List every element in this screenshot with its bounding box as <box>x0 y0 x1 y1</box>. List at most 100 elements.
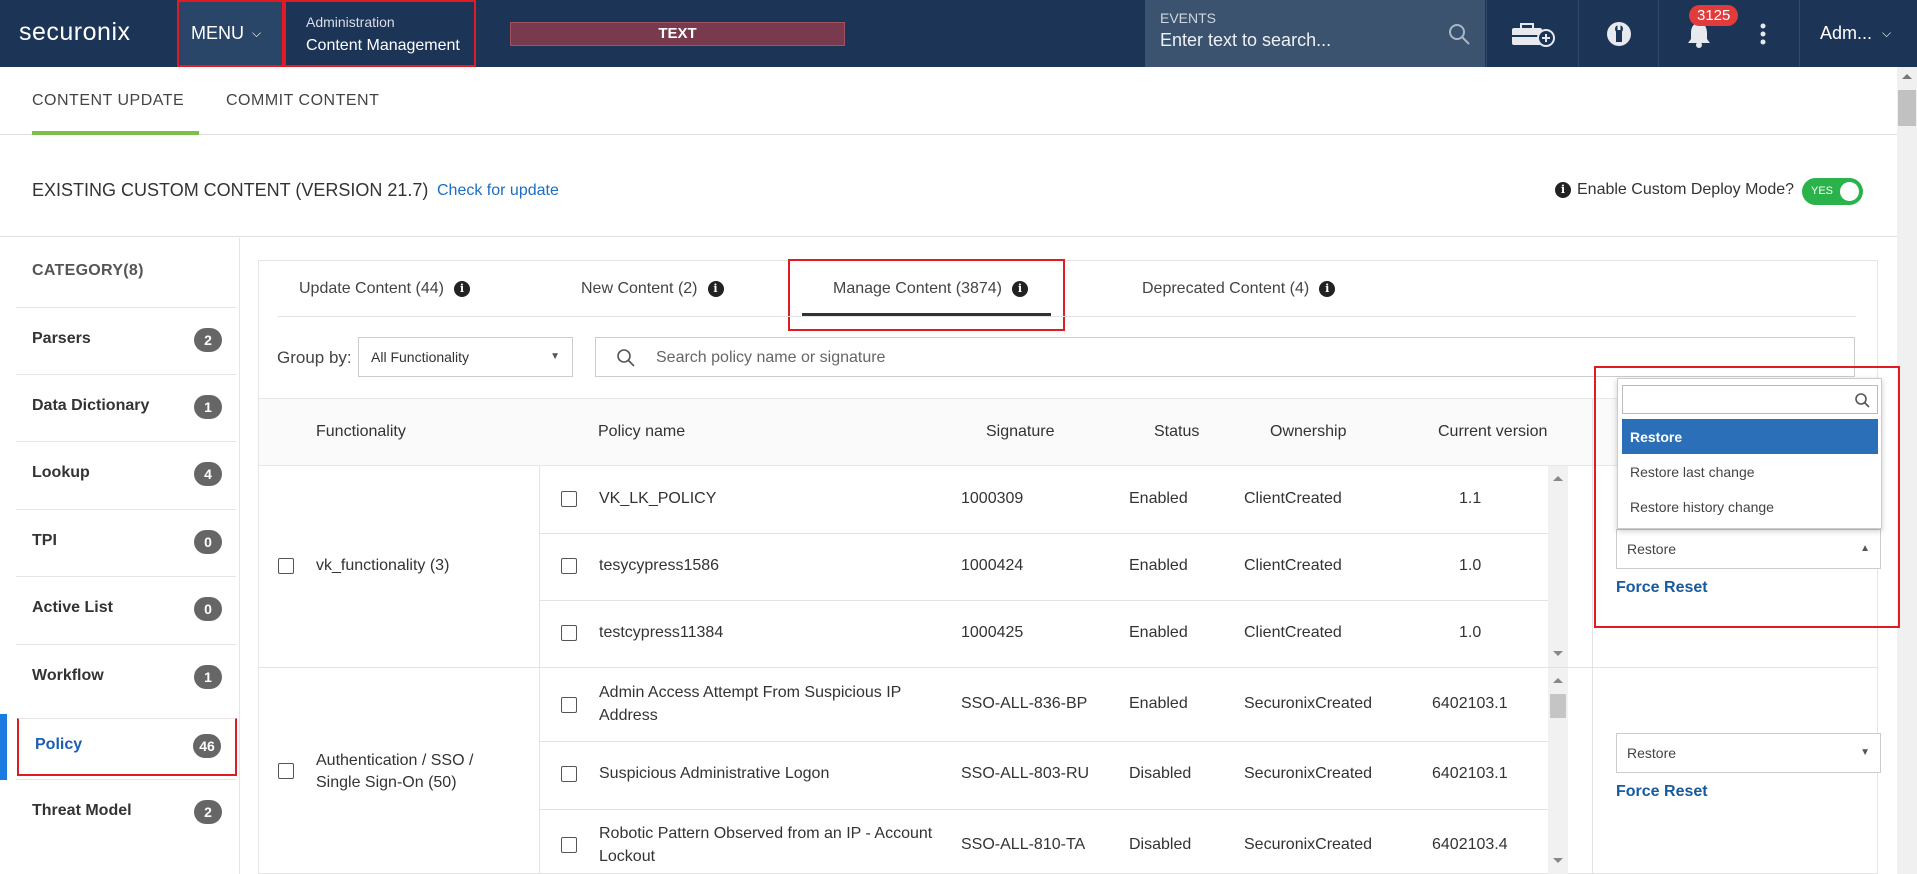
info-icon[interactable]: i <box>1012 281 1028 297</box>
column-header-policy-name: Policy name <box>598 423 686 440</box>
policy-name: Admin Access Attempt From Suspicious IP … <box>599 684 902 724</box>
breadcrumb-section: Administration <box>306 14 395 30</box>
policy-version: 1.0 <box>1459 557 1482 574</box>
breadcrumb-page: Content Management <box>306 37 460 54</box>
column-header-status: Status <box>1154 423 1200 440</box>
group-functionality: Authentication / SSO / Single Sign-On (5… <box>316 752 474 791</box>
policy-ownership: ClientCreated <box>1244 490 1342 507</box>
policy-version: 6402103.1 <box>1432 765 1508 782</box>
action-select-value: Restore <box>1627 745 1677 761</box>
policy-status: Enabled <box>1129 557 1188 574</box>
search-icon <box>617 349 635 367</box>
events-search-input[interactable]: Enter text to search... <box>1160 30 1485 51</box>
info-icon[interactable]: i <box>453 281 470 297</box>
tabs-divider <box>278 316 1856 317</box>
scroll-up-arrow-icon[interactable] <box>1901 72 1913 80</box>
toolbox-add-button[interactable] <box>1486 0 1578 67</box>
policy-signature: 1000424 <box>961 557 1024 574</box>
info-icon[interactable]: i <box>1319 281 1336 297</box>
group-scrollbar-thumb[interactable] <box>1550 694 1566 718</box>
count-badge: 0 <box>194 530 222 554</box>
force-reset-link[interactable]: Force Reset <box>1616 783 1708 801</box>
tab-label: Deprecated Content (4) <box>1142 280 1310 297</box>
caret-down-icon: ▼ <box>1860 747 1870 758</box>
policy-name: VK_LK_POLICY <box>599 490 717 507</box>
policy-version: 1.1 <box>1459 490 1482 507</box>
row-checkbox[interactable] <box>561 491 577 507</box>
tab-update-content[interactable]: Update Content (44) i <box>299 280 470 298</box>
securonix-logo[interactable]: securonix <box>19 18 131 47</box>
active-tab-indicator <box>32 131 199 135</box>
scroll-down-arrow-icon[interactable] <box>1552 857 1564 865</box>
text-banner: TEXT <box>510 22 845 46</box>
sidebar-item-data-dictionary[interactable]: Data Dictionary 1 <box>16 374 236 440</box>
custom-deploy-toggle[interactable]: YES <box>1802 178 1863 205</box>
count-badge: 2 <box>194 328 222 352</box>
row-checkbox[interactable] <box>561 558 577 574</box>
action-select[interactable]: Restore ▼ <box>1616 733 1881 773</box>
column-divider <box>539 466 540 874</box>
deploy-mode-label: i Enable Custom Deploy Mode? <box>1555 181 1794 199</box>
column-header-ownership: Ownership <box>1270 423 1347 440</box>
breadcrumb[interactable]: Administration Content Management <box>284 0 476 67</box>
tab-deprecated-content[interactable]: Deprecated Content (4) i <box>1142 280 1336 298</box>
deploy-mode-text: Enable Custom Deploy Mode? <box>1577 181 1795 198</box>
group-checkbox[interactable] <box>278 558 294 574</box>
count-badge: 4 <box>194 462 222 486</box>
policy-ownership: SecuronixCreated <box>1244 765 1373 782</box>
group-checkbox[interactable] <box>278 763 294 779</box>
sidebar-item-label: Policy <box>35 736 83 753</box>
tab-commit-content[interactable]: COMMIT CONTENT <box>226 92 379 110</box>
tab-label: Manage Content (3874) <box>833 280 1002 297</box>
events-search[interactable]: EVENTS Enter text to search... <box>1145 0 1485 67</box>
category-title: CATEGORY(8) <box>32 262 144 279</box>
more-options-button[interactable] <box>1738 0 1788 67</box>
policy-signature: 1000425 <box>961 624 1024 641</box>
tab-new-content[interactable]: New Content (2) i <box>581 280 724 298</box>
policy-signature: SSO-ALL-810-TA <box>961 836 1086 853</box>
policy-status: Enabled <box>1129 624 1188 641</box>
group-by-label: Group by: <box>277 348 352 367</box>
scroll-down-arrow-icon[interactable] <box>1552 650 1564 658</box>
row-checkbox[interactable] <box>561 697 577 713</box>
tab-manage-content[interactable]: Manage Content (3874) i <box>833 280 1028 298</box>
policy-name: Suspicious Administrative Logon <box>599 765 830 782</box>
page-scrollbar[interactable] <box>1897 67 1917 874</box>
user-label: Adm... <box>1820 23 1873 43</box>
sidebar-item-label: Lookup <box>32 464 90 481</box>
count-badge: 2 <box>194 800 222 824</box>
info-icon[interactable]: i <box>707 281 724 297</box>
sidebar-item-lookup[interactable]: Lookup 4 <box>16 441 236 507</box>
scroll-up-arrow-icon[interactable] <box>1552 676 1564 684</box>
row-checkbox[interactable] <box>561 837 577 853</box>
group-by-select[interactable]: All Functionality ▼ <box>358 337 573 377</box>
menu-button[interactable]: MENU ⌵ <box>177 0 284 67</box>
group-scrollbar[interactable] <box>1548 466 1568 667</box>
sidebar-item-policy[interactable]: Policy 46 <box>17 718 237 776</box>
policy-ownership: ClientCreated <box>1244 624 1342 641</box>
policy-signature: 1000309 <box>961 490 1024 507</box>
sidebar-item-label: Active List <box>32 599 113 616</box>
policy-version: 6402103.4 <box>1432 836 1508 853</box>
policy-ownership: ClientCreated <box>1244 557 1342 574</box>
user-menu[interactable]: Adm... ⌵ <box>1800 0 1891 67</box>
row-divider <box>540 533 1548 534</box>
tools-button[interactable] <box>1578 0 1658 67</box>
info-icon: i <box>1555 182 1571 198</box>
sidebar-item-workflow[interactable]: Workflow 1 <box>16 644 236 710</box>
tab-label: Update Content (44) <box>299 280 444 297</box>
group-by-value: All Functionality <box>371 349 470 365</box>
tab-content-update[interactable]: CONTENT UPDATE <box>32 92 184 110</box>
sidebar-item-active-list[interactable]: Active List 0 <box>16 576 236 642</box>
search-icon[interactable] <box>1447 22 1471 46</box>
policy-status: Disabled <box>1129 765 1192 782</box>
check-for-update-link[interactable]: Check for update <box>437 182 559 200</box>
scroll-up-arrow-icon[interactable] <box>1552 474 1564 482</box>
sidebar-item-threat-model[interactable]: Threat Model 2 <box>16 779 236 845</box>
page-scrollbar-thumb[interactable] <box>1898 90 1916 126</box>
toggle-knob <box>1840 182 1859 201</box>
row-checkbox[interactable] <box>561 766 577 782</box>
sidebar-item-parsers[interactable]: Parsers 2 <box>16 307 236 373</box>
sidebar-item-tpi[interactable]: TPI 0 <box>16 509 236 575</box>
row-checkbox[interactable] <box>561 625 577 641</box>
